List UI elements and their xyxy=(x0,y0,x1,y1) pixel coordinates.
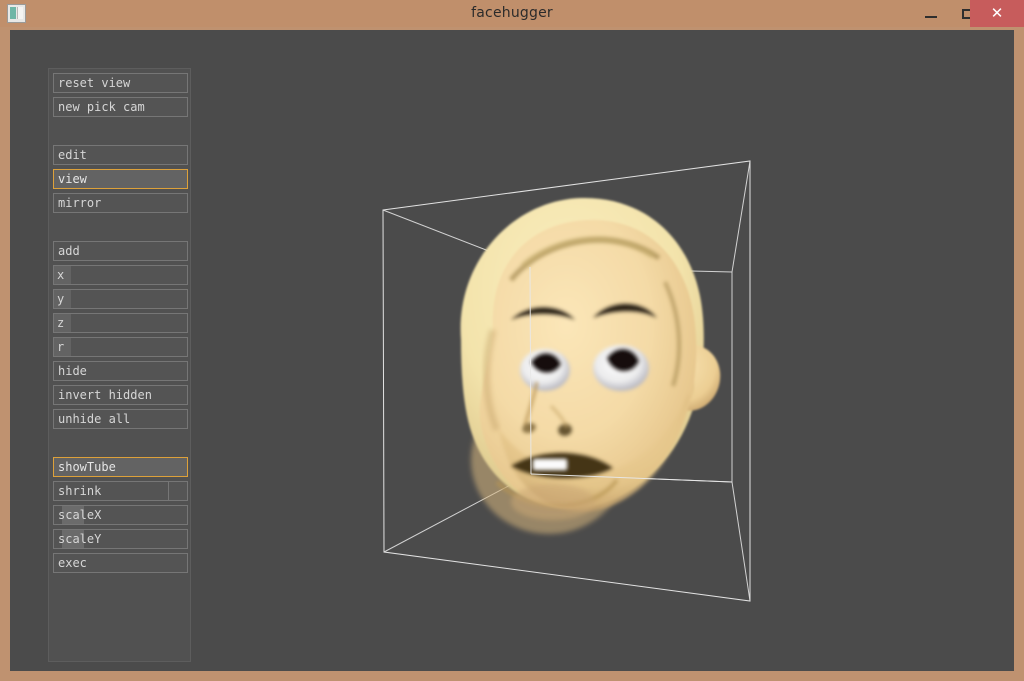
tool-group-mode: edit view mirror xyxy=(53,145,188,217)
button-hide[interactable]: hide xyxy=(53,361,188,381)
checkbox-shrink-box[interactable] xyxy=(168,482,187,500)
checkbox-shrink-label: shrink xyxy=(58,484,102,498)
wireframe-edge-br xyxy=(731,481,751,602)
button-show-tube[interactable]: showTube xyxy=(53,457,188,477)
button-reset-view[interactable]: reset view xyxy=(53,73,188,93)
button-add[interactable]: add xyxy=(53,241,188,261)
tool-group-tube: showTube shrink scaleX scaleY exec xyxy=(53,457,188,577)
close-icon: ✕ xyxy=(990,4,1004,22)
slider-scale-y-label: scaleY xyxy=(58,532,102,546)
cartoon-head-model xyxy=(460,197,721,534)
minimize-button[interactable] xyxy=(912,0,949,27)
wireframe-edge-tr xyxy=(731,160,751,273)
app-icon-pane-left xyxy=(10,7,16,19)
slider-scale-x-label: scaleX xyxy=(58,508,102,522)
field-x[interactable]: x xyxy=(53,265,188,285)
app-window-icon xyxy=(7,4,26,23)
3d-scene[interactable] xyxy=(193,30,1014,671)
field-y-label: y xyxy=(54,290,71,308)
slider-scale-y[interactable]: scaleY xyxy=(53,529,188,549)
minimize-icon xyxy=(925,16,937,18)
eye-left xyxy=(520,349,570,391)
button-invert-hidden[interactable]: invert hidden xyxy=(53,385,188,405)
button-new-pick-cam[interactable]: new pick cam xyxy=(53,97,188,117)
field-z[interactable]: z xyxy=(53,313,188,333)
3d-viewport[interactable] xyxy=(193,30,1014,671)
button-exec[interactable]: exec xyxy=(53,553,188,573)
application-client-area: reset view new pick cam edit view mirror… xyxy=(10,30,1014,671)
slider-scale-x[interactable]: scaleX xyxy=(53,505,188,525)
close-button[interactable]: ✕ xyxy=(970,0,1024,27)
application-window: facehugger ✕ reset view new pick cam edi… xyxy=(0,0,1024,681)
eye-right xyxy=(593,345,649,391)
mouth-teeth xyxy=(533,459,567,470)
checkbox-shrink[interactable]: shrink xyxy=(53,481,188,501)
field-r-label: r xyxy=(54,338,71,356)
button-edit[interactable]: edit xyxy=(53,145,188,165)
tool-group-geometry: add x y z r hide invert hidden unhide al… xyxy=(53,241,188,433)
field-z-label: z xyxy=(54,314,71,332)
field-x-label: x xyxy=(54,266,71,284)
button-mirror[interactable]: mirror xyxy=(53,193,188,213)
tool-panel: reset view new pick cam edit view mirror… xyxy=(48,68,191,662)
window-title: facehugger xyxy=(471,5,553,21)
field-y[interactable]: y xyxy=(53,289,188,309)
app-icon-pane-right xyxy=(17,7,23,19)
field-r[interactable]: r xyxy=(53,337,188,357)
button-unhide-all[interactable]: unhide all xyxy=(53,409,188,429)
tool-group-camera: reset view new pick cam xyxy=(53,73,188,121)
title-bar: facehugger ✕ xyxy=(0,0,1024,27)
button-view[interactable]: view xyxy=(53,169,188,189)
chin-shadow xyxy=(511,484,595,520)
